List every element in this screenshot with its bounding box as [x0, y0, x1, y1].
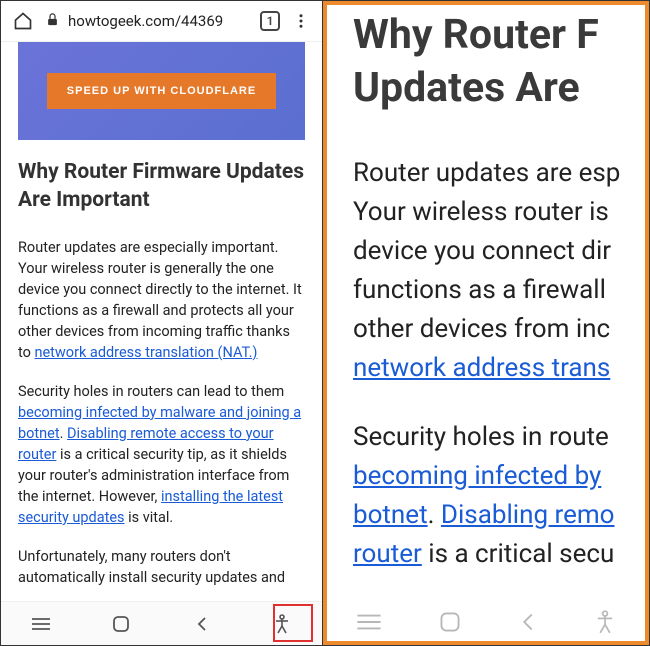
article-paragraph-3: Unfortunately, many routers don't automa… [18, 546, 305, 588]
zoom-botnet-link[interactable]: becoming infected by [353, 461, 601, 491]
text: . [428, 500, 441, 530]
text: Why Router F [353, 9, 645, 62]
text: device you connect dir [353, 232, 645, 271]
android-nav-bar [1, 601, 322, 645]
ad-banner: SPEED UP WITH CLOUDFLARE [18, 42, 305, 140]
url-text: howtogeek.com/44369 [68, 12, 223, 30]
text: Security holes in routers can lead to th… [18, 383, 284, 400]
tab-count: 1 [267, 14, 274, 28]
url-bar[interactable]: howtogeek.com/44369 [45, 12, 248, 31]
zoom-home-icon [439, 611, 461, 637]
text: is a critical secu [422, 539, 614, 569]
home-button[interactable] [101, 609, 141, 639]
text: Router updates are esp [353, 154, 645, 193]
home-icon[interactable] [13, 11, 33, 31]
article-paragraph-2: Security holes in routers can lead to th… [18, 381, 305, 528]
lock-icon [45, 12, 60, 31]
zoom-disable-link[interactable]: Disabling remo [441, 500, 615, 530]
nat-link[interactable]: network address translation (NAT.) [34, 344, 257, 361]
article-heading: Why Router Firmware Updates Are Importan… [18, 158, 305, 215]
text: Updates Are [353, 62, 645, 115]
browser-toolbar: howtogeek.com/44369 1 [1, 1, 322, 42]
text: Security holes in route [353, 418, 645, 457]
article-paragraph-1: Router updates are especially important.… [18, 237, 305, 363]
zoom-router-link[interactable]: router [353, 539, 422, 569]
text: other devices from inc [353, 310, 645, 349]
back-button[interactable] [182, 609, 222, 639]
zoom-nat-link[interactable]: network address trans [353, 353, 610, 383]
zoom-paragraph-1: Router updates are esp Your wireless rou… [353, 154, 645, 388]
text: functions as a firewall [353, 271, 645, 310]
text: Router updates are especially important.… [18, 239, 302, 361]
text: is vital. [125, 509, 174, 526]
article-content: SPEED UP WITH CLOUDFLARE Why Router Firm… [1, 42, 322, 601]
accessibility-highlight [273, 604, 313, 642]
recents-button[interactable] [21, 609, 61, 639]
zoom-botnet-link-2[interactable]: botnet [353, 500, 428, 530]
zoom-heading: Why Router F Updates Are [353, 9, 645, 116]
zoom-back-icon [519, 612, 537, 636]
zoom-accessibility-icon [594, 610, 616, 638]
text: . [60, 425, 67, 442]
text: Your wireless router is [353, 193, 645, 232]
phone-screen-normal: howtogeek.com/44369 1 SPEED UP WITH CLOU… [1, 1, 323, 645]
zoom-paragraph-2: Security holes in route becoming infecte… [353, 418, 645, 574]
tabs-button[interactable]: 1 [260, 11, 280, 31]
zoom-recents-icon [356, 613, 382, 635]
cloudflare-cta-button[interactable]: SPEED UP WITH CLOUDFLARE [47, 73, 276, 109]
phone-screen-zoomed: Why Router F Updates Are Router updates … [323, 1, 649, 645]
menu-icon[interactable] [292, 12, 310, 30]
zoom-nav-bar [327, 609, 645, 639]
